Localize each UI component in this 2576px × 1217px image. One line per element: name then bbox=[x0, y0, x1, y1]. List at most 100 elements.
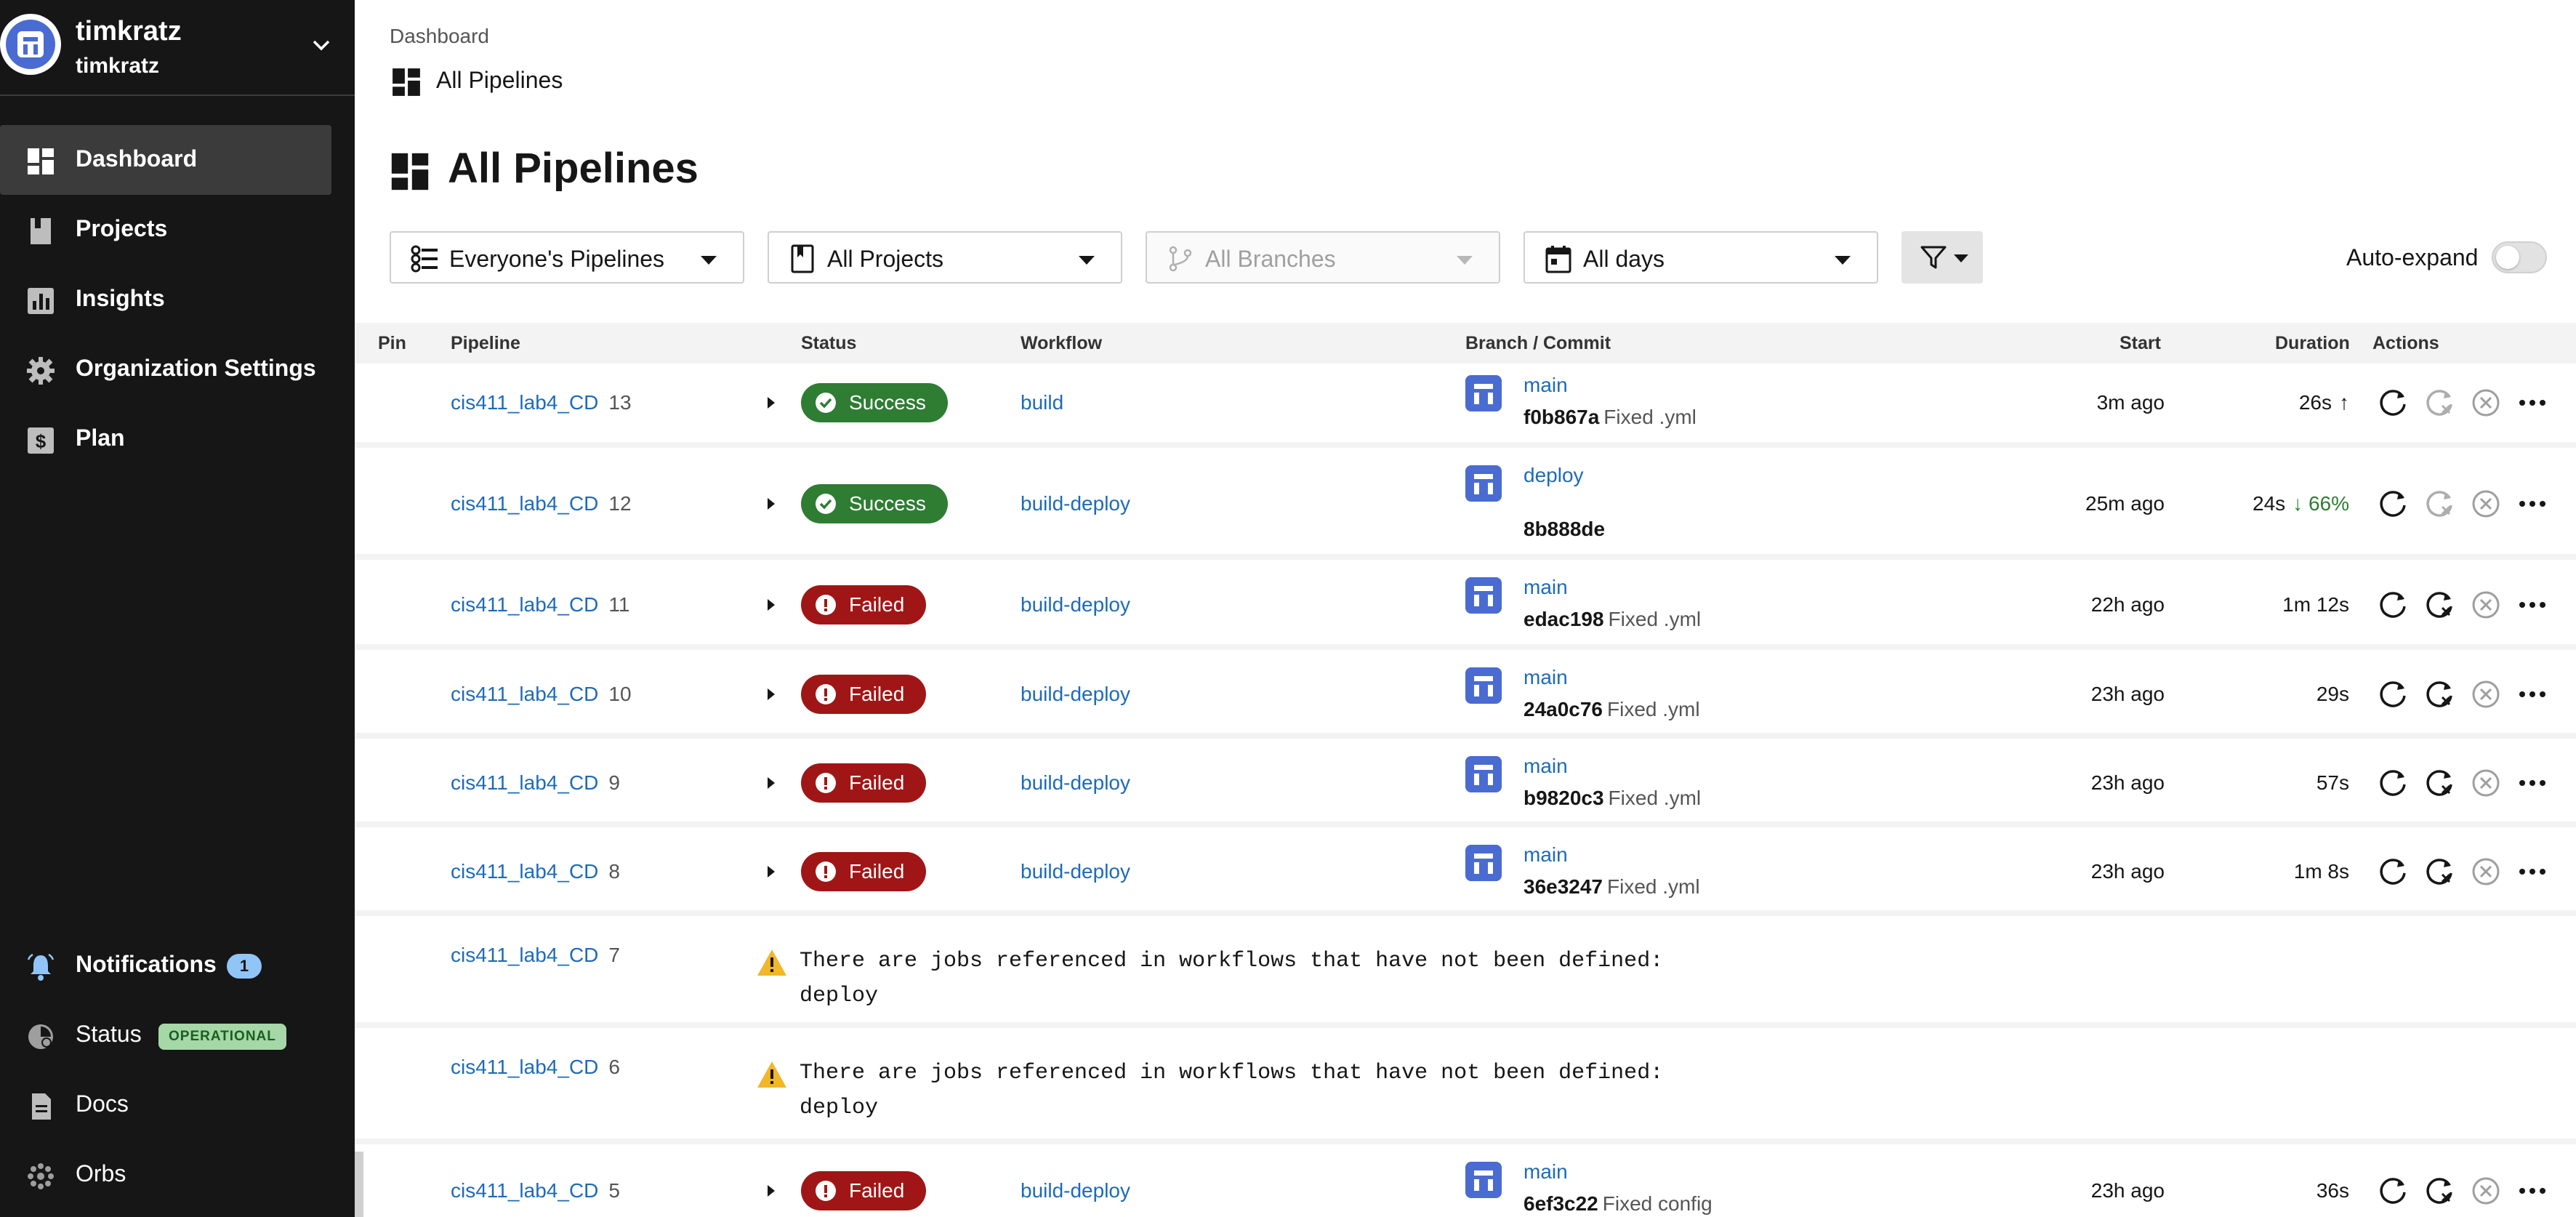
table-row[interactable]: cis411_lab4_CD 8 Failed build-deploy main 36e… bbox=[355, 833, 2576, 916]
rerun-icon[interactable] bbox=[2377, 678, 2409, 710]
cancel-icon[interactable] bbox=[2470, 488, 2502, 520]
table-row[interactable]: cis411_lab4_CD 13 Success build main f0b867a F… bbox=[355, 364, 2576, 448]
expand-row-icon[interactable] bbox=[768, 866, 775, 877]
commit-hash-link[interactable]: f0b867a bbox=[1524, 406, 1599, 428]
commit-hash-link[interactable]: 24a0c76 bbox=[1524, 698, 1603, 720]
advanced-filter-button[interactable] bbox=[1901, 231, 1983, 284]
rerun-failed-icon[interactable] bbox=[2423, 589, 2455, 621]
sidebar-item-dashboard[interactable]: Dashboard bbox=[0, 125, 331, 195]
workflow-link[interactable]: build bbox=[1021, 391, 1063, 414]
status-badge[interactable]: Success bbox=[801, 383, 948, 422]
table-row[interactable]: cis411_lab4_CD 10 Failed build-deploy main 24… bbox=[355, 656, 2576, 739]
table-row[interactable]: cis411_lab4_CD 6 There are jobs referenced… bbox=[355, 1034, 2576, 1144]
cancel-icon[interactable] bbox=[2470, 678, 2502, 710]
branch-link[interactable]: main bbox=[1524, 843, 1568, 867]
sidebar-item-orbs[interactable]: Orbs bbox=[0, 1140, 355, 1210]
rerun-icon[interactable] bbox=[2377, 1175, 2409, 1207]
days-filter[interactable]: All days bbox=[1524, 231, 1878, 284]
cancel-icon[interactable] bbox=[2470, 856, 2502, 888]
pipeline-name-link[interactable]: cis411_lab4_CD bbox=[451, 1056, 598, 1078]
more-options-icon[interactable] bbox=[2516, 488, 2548, 520]
pipeline-number[interactable]: 10 bbox=[608, 683, 631, 705]
pipeline-name-link[interactable]: cis411_lab4_CD bbox=[451, 771, 598, 794]
rerun-icon[interactable] bbox=[2377, 589, 2409, 621]
expand-row-icon[interactable] bbox=[768, 599, 775, 611]
pipeline-name-link[interactable]: cis411_lab4_CD bbox=[451, 492, 598, 515]
status-badge[interactable]: Failed bbox=[801, 852, 927, 891]
pipeline-number[interactable]: 8 bbox=[608, 860, 620, 883]
pipeline-number[interactable]: 6 bbox=[608, 1056, 620, 1078]
auto-expand-toggle[interactable] bbox=[2492, 241, 2547, 273]
workflow-link[interactable]: build-deploy bbox=[1021, 683, 1130, 706]
status-badge[interactable]: Failed bbox=[801, 675, 927, 714]
commit-hash-link[interactable]: 6ef3c22 bbox=[1524, 1192, 1598, 1215]
more-options-icon[interactable] bbox=[2516, 1175, 2548, 1207]
more-options-icon[interactable] bbox=[2516, 856, 2548, 888]
breadcrumb[interactable]: Dashboard bbox=[390, 25, 489, 48]
more-options-icon[interactable] bbox=[2516, 767, 2548, 799]
cancel-icon[interactable] bbox=[2470, 1175, 2502, 1207]
pipelines-filter[interactable]: Everyone's Pipelines bbox=[390, 231, 744, 284]
sidebar-item-organization-settings[interactable]: Organization Settings bbox=[0, 334, 331, 404]
workflow-link[interactable]: build-deploy bbox=[1021, 492, 1130, 515]
workflow-link[interactable]: build-deploy bbox=[1021, 860, 1130, 883]
workflow-link[interactable]: build-deploy bbox=[1021, 771, 1130, 795]
rerun-failed-icon[interactable] bbox=[2423, 678, 2455, 710]
pipeline-name-link[interactable]: cis411_lab4_CD bbox=[451, 391, 598, 414]
rerun-icon[interactable] bbox=[2377, 488, 2409, 520]
sidebar-item-status[interactable]: Status OPERATIONAL bbox=[0, 1000, 355, 1070]
projects-filter[interactable]: All Projects bbox=[768, 231, 1122, 284]
pipeline-name-link[interactable]: cis411_lab4_CD bbox=[451, 593, 598, 616]
pipeline-number[interactable]: 11 bbox=[608, 593, 629, 616]
table-row[interactable]: cis411_lab4_CD 5 Failed build-deploy main 6ef… bbox=[355, 1150, 2576, 1217]
rerun-icon[interactable] bbox=[2377, 387, 2409, 419]
branch-link[interactable]: main bbox=[1524, 666, 1568, 689]
more-options-icon[interactable] bbox=[2516, 678, 2548, 710]
commit-hash-link[interactable]: 36e3247 bbox=[1524, 875, 1603, 898]
status-badge[interactable]: Success bbox=[801, 484, 948, 523]
status-badge[interactable]: Failed bbox=[801, 1171, 927, 1210]
scrollbar[interactable] bbox=[355, 1152, 363, 1217]
cancel-icon[interactable] bbox=[2470, 387, 2502, 419]
status-badge[interactable]: Failed bbox=[801, 763, 927, 803]
sidebar-item-docs[interactable]: Docs bbox=[0, 1070, 355, 1140]
cancel-icon[interactable] bbox=[2470, 767, 2502, 799]
expand-row-icon[interactable] bbox=[768, 397, 775, 409]
branch-link[interactable]: main bbox=[1524, 755, 1568, 778]
sidebar-item-projects[interactable]: Projects bbox=[0, 195, 331, 265]
table-row[interactable]: cis411_lab4_CD 12 Success build-deploy deplo… bbox=[355, 454, 2576, 560]
pipeline-name-link[interactable]: cis411_lab4_CD bbox=[451, 1179, 598, 1202]
more-options-icon[interactable] bbox=[2516, 387, 2548, 419]
commit-hash-link[interactable]: b9820c3 bbox=[1524, 787, 1604, 809]
cancel-icon[interactable] bbox=[2470, 589, 2502, 621]
rerun-failed-icon[interactable] bbox=[2423, 1175, 2455, 1207]
chevron-down-icon[interactable] bbox=[308, 32, 334, 58]
more-options-icon[interactable] bbox=[2516, 589, 2548, 621]
rerun-icon[interactable] bbox=[2377, 767, 2409, 799]
table-row[interactable]: cis411_lab4_CD 7 There are jobs referenced… bbox=[355, 922, 2576, 1028]
branch-link[interactable]: main bbox=[1524, 374, 1568, 397]
workflow-link[interactable]: build-deploy bbox=[1021, 593, 1130, 616]
sidebar-item-plan[interactable]: $ Plan bbox=[0, 404, 331, 474]
pipeline-number[interactable]: 13 bbox=[608, 391, 631, 414]
workflow-link[interactable]: build-deploy bbox=[1021, 1179, 1130, 1202]
expand-row-icon[interactable] bbox=[768, 1185, 775, 1197]
table-row[interactable]: cis411_lab4_CD 11 Failed build-deploy main ed… bbox=[355, 566, 2576, 650]
rerun-failed-icon[interactable] bbox=[2423, 488, 2455, 520]
org-switcher[interactable]: timkratz timkratz bbox=[0, 0, 355, 95]
pipeline-name-link[interactable]: cis411_lab4_CD bbox=[451, 944, 598, 966]
rerun-failed-icon[interactable] bbox=[2423, 856, 2455, 888]
status-badge[interactable]: Failed bbox=[801, 585, 927, 624]
branch-link[interactable]: main bbox=[1524, 1160, 1568, 1184]
pipeline-number[interactable]: 9 bbox=[608, 771, 620, 794]
pipeline-number[interactable]: 12 bbox=[608, 492, 631, 515]
branch-link[interactable]: main bbox=[1524, 576, 1568, 599]
table-row[interactable]: cis411_lab4_CD 9 Failed build-deploy main b98… bbox=[355, 744, 2576, 827]
pipeline-number[interactable]: 7 bbox=[608, 944, 620, 966]
expand-row-icon[interactable] bbox=[768, 777, 775, 789]
expand-row-icon[interactable] bbox=[768, 688, 775, 700]
sidebar-item-insights[interactable]: Insights bbox=[0, 265, 331, 334]
branches-filter[interactable]: All Branches bbox=[1146, 231, 1500, 284]
rerun-failed-icon[interactable] bbox=[2423, 387, 2455, 419]
pipeline-number[interactable]: 5 bbox=[608, 1179, 620, 1202]
